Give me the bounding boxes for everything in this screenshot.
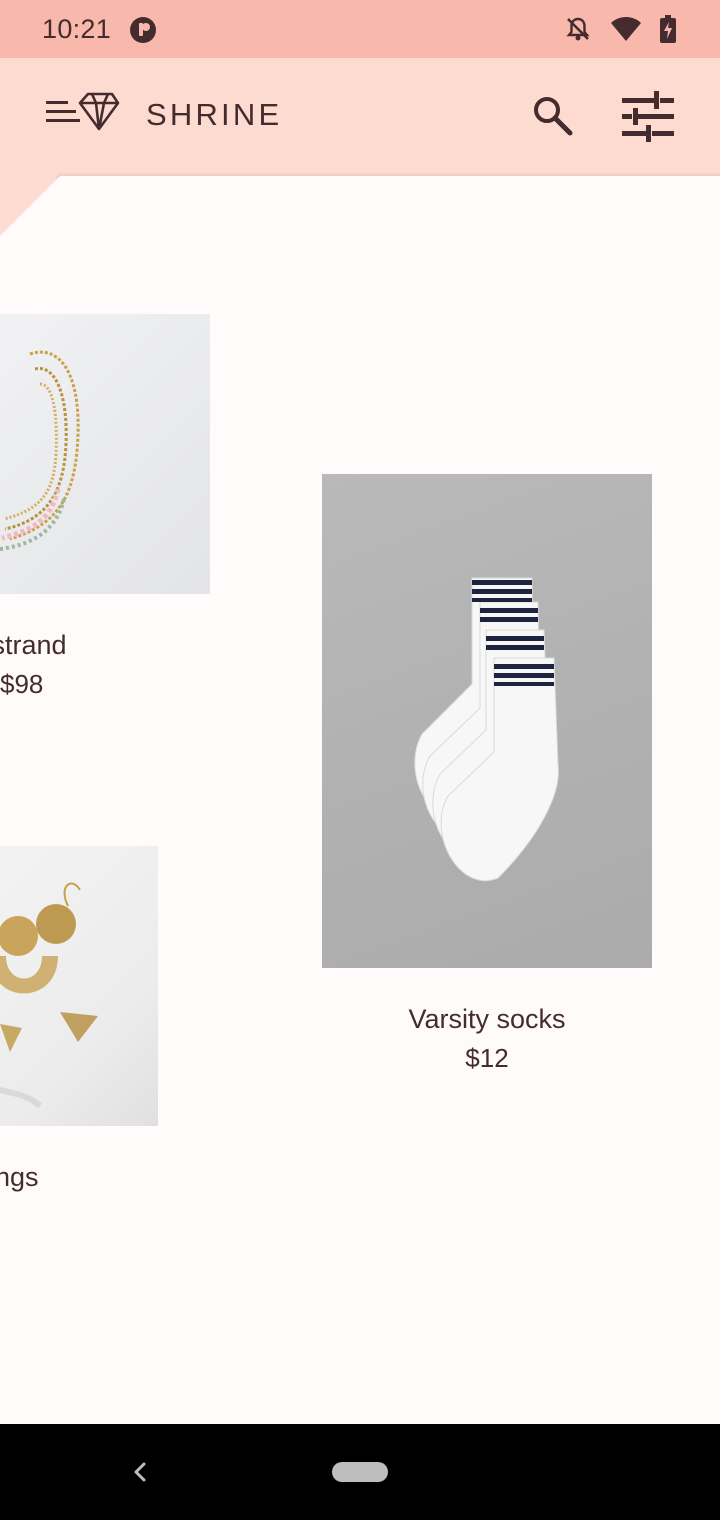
back-icon[interactable]	[128, 1458, 152, 1486]
product-price: $12	[465, 1043, 509, 1073]
wifi-icon	[611, 17, 641, 41]
tune-icon[interactable]	[620, 90, 676, 142]
menu-icon[interactable]	[44, 91, 120, 133]
socks-photo	[414, 577, 559, 881]
status-bar: 10:21	[0, 0, 720, 58]
product-name: Varsity socks	[408, 1004, 566, 1034]
earrings-photo	[0, 882, 98, 1109]
product-image[interactable]	[0, 314, 210, 594]
dnd-off-icon	[566, 17, 590, 41]
app-notification-icon	[130, 17, 156, 43]
product-name: rings	[0, 1162, 39, 1192]
necklace-photo	[0, 350, 80, 551]
status-time: 10:21	[42, 14, 112, 44]
home-handle[interactable]	[332, 1462, 388, 1482]
product-name: en strand	[0, 630, 67, 660]
app-screen: 10:21 SHRINE trand $98 ngs Varsity socks…	[0, 0, 720, 1520]
battery-charging-icon	[660, 15, 676, 43]
product-image[interactable]	[322, 474, 652, 968]
search-icon[interactable]	[530, 93, 574, 137]
top-app-bar: SHRINE	[0, 58, 720, 178]
product-image[interactable]	[0, 846, 158, 1126]
app-title: SHRINE	[146, 97, 283, 132]
product-price: $98	[0, 669, 44, 699]
diamond-icon	[78, 92, 120, 131]
status-icons	[564, 15, 676, 43]
